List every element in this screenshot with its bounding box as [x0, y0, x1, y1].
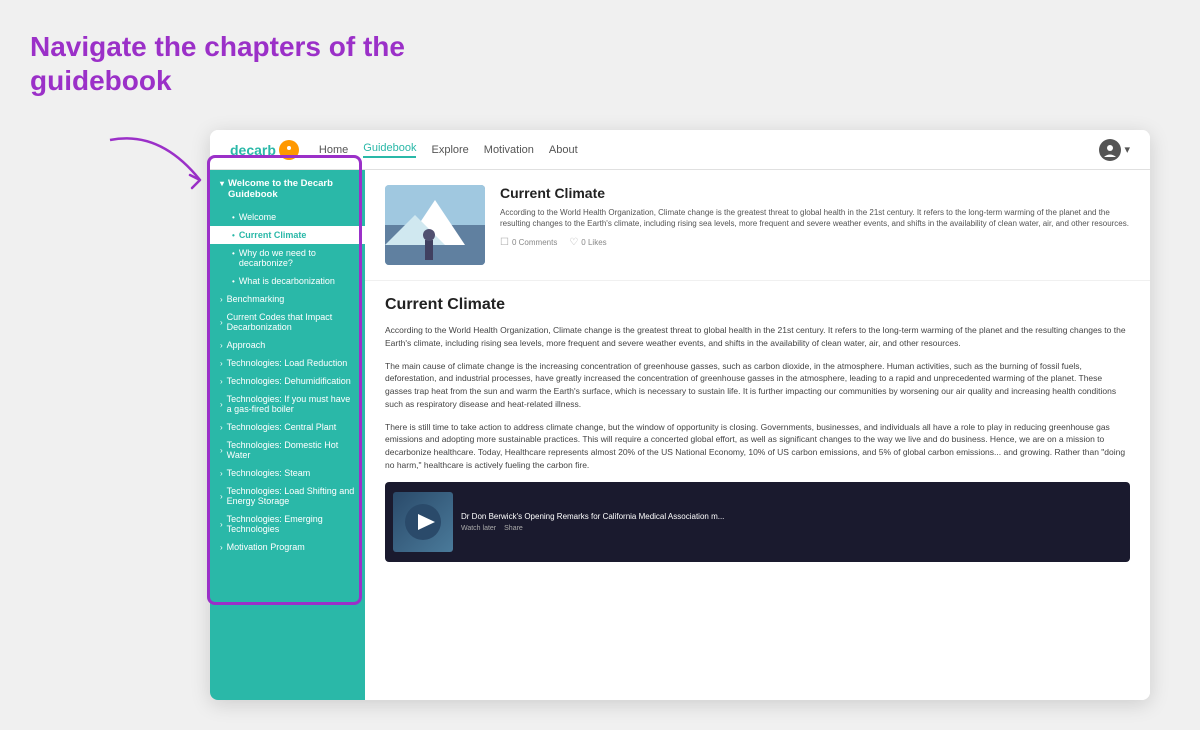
hero-actions: ☐ 0 Comments ♡ 0 Likes — [500, 237, 1130, 248]
sidebar-item-label: Technologies: If you must have a gas-fir… — [227, 394, 355, 414]
sidebar-item-label: Benchmarking — [227, 294, 285, 304]
sidebar-item-load-reduction[interactable]: › Technologies: Load Reduction — [210, 354, 365, 372]
user-avatar — [1099, 139, 1121, 161]
chevron-right-icon: › — [220, 423, 223, 432]
sidebar-item-gas-boiler[interactable]: › Technologies: If you must have a gas-f… — [210, 390, 365, 418]
sidebar-item-hot-water[interactable]: › Technologies: Domestic Hot Water — [210, 436, 365, 464]
chevron-right-icon: › — [220, 469, 223, 478]
chevron-right-icon: › — [220, 318, 223, 327]
likes-count: 0 Likes — [581, 238, 606, 247]
sidebar-item-label: Technologies: Load Shifting and Energy S… — [227, 486, 355, 506]
nav-links: Home Guidebook Explore Motivation About — [319, 142, 1100, 158]
article-paragraph-3: There is still time to take action to ad… — [385, 421, 1130, 472]
sidebar-item-label: Approach — [227, 340, 266, 350]
comment-icon: ☐ — [500, 237, 509, 248]
logo-text: decarb — [230, 142, 276, 158]
hero-text: Current Climate According to the World H… — [500, 185, 1130, 248]
browser-window: decarb Home Guidebook Explore Motivation… — [210, 130, 1150, 700]
comments-action[interactable]: ☐ 0 Comments — [500, 237, 557, 248]
chevron-right-icon: › — [220, 377, 223, 386]
sidebar-item-current-climate[interactable]: • Current Climate — [210, 226, 365, 244]
logo-icon — [279, 140, 299, 160]
sidebar-header: ▾ Welcome to the Decarb Guidebook — [210, 170, 365, 208]
video-embed: Dr Don Berwick's Opening Remarks for Cal… — [385, 482, 1130, 562]
user-chevron: ▾ — [1124, 143, 1130, 156]
content-area: Current Climate According to the World H… — [365, 170, 1150, 700]
chevron-right-icon: › — [220, 446, 223, 455]
sidebar: ▾ Welcome to the Decarb Guidebook • Welc… — [210, 170, 365, 700]
like-icon: ♡ — [569, 237, 578, 248]
hero-title: Current Climate — [500, 185, 1130, 201]
article-content: Current Climate According to the World H… — [365, 281, 1150, 577]
annotation-title: Navigate the chapters of the guidebook — [30, 30, 470, 97]
sidebar-item-load-shifting[interactable]: › Technologies: Load Shifting and Energy… — [210, 482, 365, 510]
sidebar-item-what-is[interactable]: • What is decarbonization — [210, 272, 365, 290]
chevron-right-icon: › — [220, 492, 223, 501]
sidebar-header-arrow: ▾ — [220, 179, 224, 188]
nav-about[interactable]: About — [549, 144, 578, 156]
sidebar-item-label: Technologies: Domestic Hot Water — [227, 440, 355, 460]
chevron-right-icon: › — [220, 295, 223, 304]
sidebar-item-welcome[interactable]: • Welcome — [210, 208, 365, 226]
chevron-right-icon: › — [220, 359, 223, 368]
comments-count: 0 Comments — [512, 238, 557, 247]
bullet-icon: • — [232, 213, 235, 222]
video-info: Dr Don Berwick's Opening Remarks for Cal… — [461, 512, 1122, 532]
sidebar-item-central-plant[interactable]: › Technologies: Central Plant — [210, 418, 365, 436]
nav-bar: decarb Home Guidebook Explore Motivation… — [210, 130, 1150, 170]
bullet-icon: • — [232, 277, 235, 286]
sidebar-item-label: Technologies: Steam — [227, 468, 311, 478]
sidebar-item-steam[interactable]: › Technologies: Steam — [210, 464, 365, 482]
bullet-icon: • — [232, 249, 235, 258]
article-paragraph-1: According to the World Health Organizati… — [385, 324, 1130, 350]
sidebar-item-benchmarking[interactable]: › Benchmarking — [210, 290, 365, 308]
sidebar-item-label: Technologies: Emerging Technologies — [227, 514, 355, 534]
sidebar-item-label: Technologies: Central Plant — [227, 422, 337, 432]
logo-area: decarb — [230, 140, 299, 160]
sidebar-item-dehumidification[interactable]: › Technologies: Dehumidification — [210, 372, 365, 390]
share-button[interactable]: Share — [504, 525, 523, 532]
sidebar-header-label: Welcome to the Decarb Guidebook — [228, 178, 355, 200]
sidebar-item-emerging[interactable]: › Technologies: Emerging Technologies — [210, 510, 365, 538]
sidebar-item-label: Current Climate — [239, 230, 307, 240]
chevron-right-icon: › — [220, 341, 223, 350]
sidebar-item-approach[interactable]: › Approach — [210, 336, 365, 354]
nav-home[interactable]: Home — [319, 144, 348, 156]
hero-image — [385, 185, 485, 265]
chevron-right-icon: › — [220, 520, 223, 529]
sidebar-item-current-codes[interactable]: › Current Codes that Impact Decarbonizat… — [210, 308, 365, 336]
video-thumbnail — [393, 492, 453, 552]
sidebar-item-motivation[interactable]: › Motivation Program — [210, 538, 365, 556]
video-controls: Watch later Share — [461, 525, 1122, 532]
content-hero: Current Climate According to the World H… — [365, 170, 1150, 281]
bullet-icon: • — [232, 231, 235, 240]
page-container: Navigate the chapters of the guidebook d… — [0, 0, 1200, 730]
video-title: Dr Don Berwick's Opening Remarks for Cal… — [461, 512, 1122, 521]
nav-motivation[interactable]: Motivation — [484, 144, 534, 156]
main-content: ▾ Welcome to the Decarb Guidebook • Welc… — [210, 170, 1150, 700]
annotation-arrow — [100, 120, 220, 200]
sidebar-item-label: Why do we need to decarbonize? — [239, 248, 355, 268]
nav-guidebook[interactable]: Guidebook — [363, 142, 416, 158]
annotation-area: Navigate the chapters of the guidebook — [30, 30, 470, 107]
hero-description: According to the World Health Organizati… — [500, 207, 1130, 229]
watch-later-button[interactable]: Watch later — [461, 525, 496, 532]
nav-user[interactable]: ▾ — [1099, 139, 1130, 161]
likes-action[interactable]: ♡ 0 Likes — [569, 237, 606, 248]
article-title: Current Climate — [385, 296, 1130, 314]
sidebar-item-label: Technologies: Load Reduction — [227, 358, 348, 368]
sidebar-item-why-decarbonize[interactable]: • Why do we need to decarbonize? — [210, 244, 365, 272]
article-paragraph-2: The main cause of climate change is the … — [385, 360, 1130, 411]
chevron-right-icon: › — [220, 400, 223, 409]
nav-explore[interactable]: Explore — [431, 144, 468, 156]
sidebar-item-label: What is decarbonization — [239, 276, 335, 286]
sidebar-item-label: Technologies: Dehumidification — [227, 376, 351, 386]
sidebar-item-label: Motivation Program — [227, 542, 305, 552]
sidebar-item-label: Welcome — [239, 212, 276, 222]
sidebar-item-label: Current Codes that Impact Decarbonizatio… — [227, 312, 355, 332]
chevron-right-icon: › — [220, 543, 223, 552]
